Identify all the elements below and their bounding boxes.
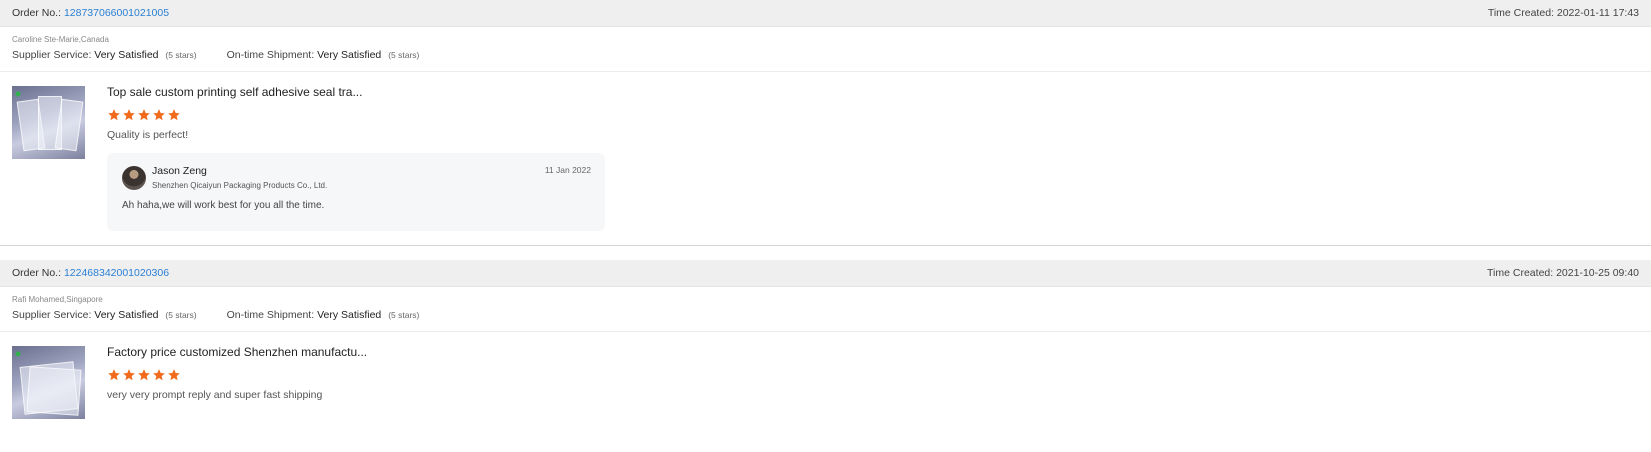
avatar <box>122 165 146 190</box>
buyer-name: Rafi Mohamed,Singapore <box>12 295 103 304</box>
star-rating <box>107 108 1639 122</box>
time-created: Time Created: 2022-01-11 17:43 <box>1488 7 1639 19</box>
shipment-value: Very Satisfied <box>317 309 382 321</box>
leaf-icon: ◆ <box>15 89 22 98</box>
supplier-ratings: Supplier Service: Very Satisfied (5 star… <box>12 309 1639 321</box>
review-comment: Quality is perfect! <box>107 129 189 141</box>
supplier-service-rating: Supplier Service: Very Satisfied (5 star… <box>12 49 197 61</box>
product-review: ◆ Factory price customized Shenzhen manu… <box>0 332 1651 433</box>
product-thumbnail[interactable]: ◆ <box>12 86 85 159</box>
review-card: Order No.: 122468342001020306 Time Creat… <box>0 260 1651 433</box>
order-number-group: Order No.: 122468342001020306 <box>12 267 169 279</box>
product-review-body: Top sale custom printing self adhesive s… <box>107 86 1639 231</box>
shipment-stars: (5 stars) <box>388 310 420 320</box>
shipment-value: Very Satisfied <box>317 49 382 61</box>
review-comment: very very prompt reply and super fast sh… <box>107 389 323 401</box>
star-icon <box>138 369 150 381</box>
product-review: ◆ Top sale custom printing self adhesive… <box>0 72 1651 245</box>
replier-company: Shenzhen Qicaiyun Packaging Products Co.… <box>152 181 328 190</box>
order-number-link[interactable]: 122468342001020306 <box>64 267 169 279</box>
star-icon <box>108 369 120 381</box>
supplier-service-stars: (5 stars) <box>165 50 197 60</box>
supplier-service-label: Supplier Service: <box>12 49 92 61</box>
reply-header: Jason Zeng Shenzhen Qicaiyun Packaging P… <box>122 165 591 190</box>
star-icon <box>138 109 150 121</box>
time-created-label: Time Created: <box>1487 267 1554 279</box>
buyer-info: Rafi Mohamed,Singapore Supplier Service:… <box>0 287 1651 332</box>
reply-text: Ah haha,we will work best for you all th… <box>122 200 325 211</box>
star-rating <box>107 368 1639 382</box>
shipment-label: On-time Shipment: <box>226 309 315 321</box>
order-label: Order No.: <box>12 267 62 279</box>
order-number-link[interactable]: 128737066001021005 <box>64 7 169 19</box>
review-card: Order No.: 128737066001021005 Time Creat… <box>0 0 1651 245</box>
supplier-service-stars: (5 stars) <box>165 310 197 320</box>
shipment-stars: (5 stars) <box>388 50 420 60</box>
supplier-ratings: Supplier Service: Very Satisfied (5 star… <box>12 49 1639 61</box>
star-icon <box>168 369 180 381</box>
supplier-reply: Jason Zeng Shenzhen Qicaiyun Packaging P… <box>107 153 605 231</box>
supplier-service-rating: Supplier Service: Very Satisfied (5 star… <box>12 309 197 321</box>
reply-date: 11 Jan 2022 <box>544 165 591 175</box>
star-icon <box>153 109 165 121</box>
buyer-name: Caroline Ste-Marie,Canada <box>12 35 109 44</box>
shipment-rating: On-time Shipment: Very Satisfied (5 star… <box>227 49 420 61</box>
order-header: Order No.: 122468342001020306 Time Creat… <box>0 260 1651 287</box>
leaf-icon: ◆ <box>15 349 22 358</box>
supplier-service-value: Very Satisfied <box>94 309 159 321</box>
time-created-value: 2021-10-25 09:40 <box>1556 267 1639 279</box>
star-icon <box>123 369 135 381</box>
product-thumbnail[interactable]: ◆ <box>12 346 85 419</box>
shipment-label: On-time Shipment: <box>226 49 315 61</box>
replier-name: Jason Zeng <box>152 165 207 177</box>
review-divider <box>0 245 1651 260</box>
supplier-service-value: Very Satisfied <box>94 49 159 61</box>
star-icon <box>123 109 135 121</box>
time-created: Time Created: 2021-10-25 09:40 <box>1487 267 1639 279</box>
order-number-group: Order No.: 128737066001021005 <box>12 7 169 19</box>
product-review-body: Factory price customized Shenzhen manufa… <box>107 346 1639 419</box>
time-created-value: 2022-01-11 17:43 <box>1556 7 1639 19</box>
buyer-info: Caroline Ste-Marie,Canada Supplier Servi… <box>0 27 1651 72</box>
star-icon <box>168 109 180 121</box>
time-created-label: Time Created: <box>1487 7 1554 19</box>
shipment-rating: On-time Shipment: Very Satisfied (5 star… <box>227 309 420 321</box>
order-header: Order No.: 128737066001021005 Time Creat… <box>0 0 1651 27</box>
star-icon <box>108 109 120 121</box>
order-label: Order No.: <box>12 7 62 19</box>
supplier-service-label: Supplier Service: <box>12 309 92 321</box>
product-title-link[interactable]: Top sale custom printing self adhesive s… <box>107 86 1639 99</box>
star-icon <box>153 369 165 381</box>
product-title-link[interactable]: Factory price customized Shenzhen manufa… <box>107 346 1639 359</box>
